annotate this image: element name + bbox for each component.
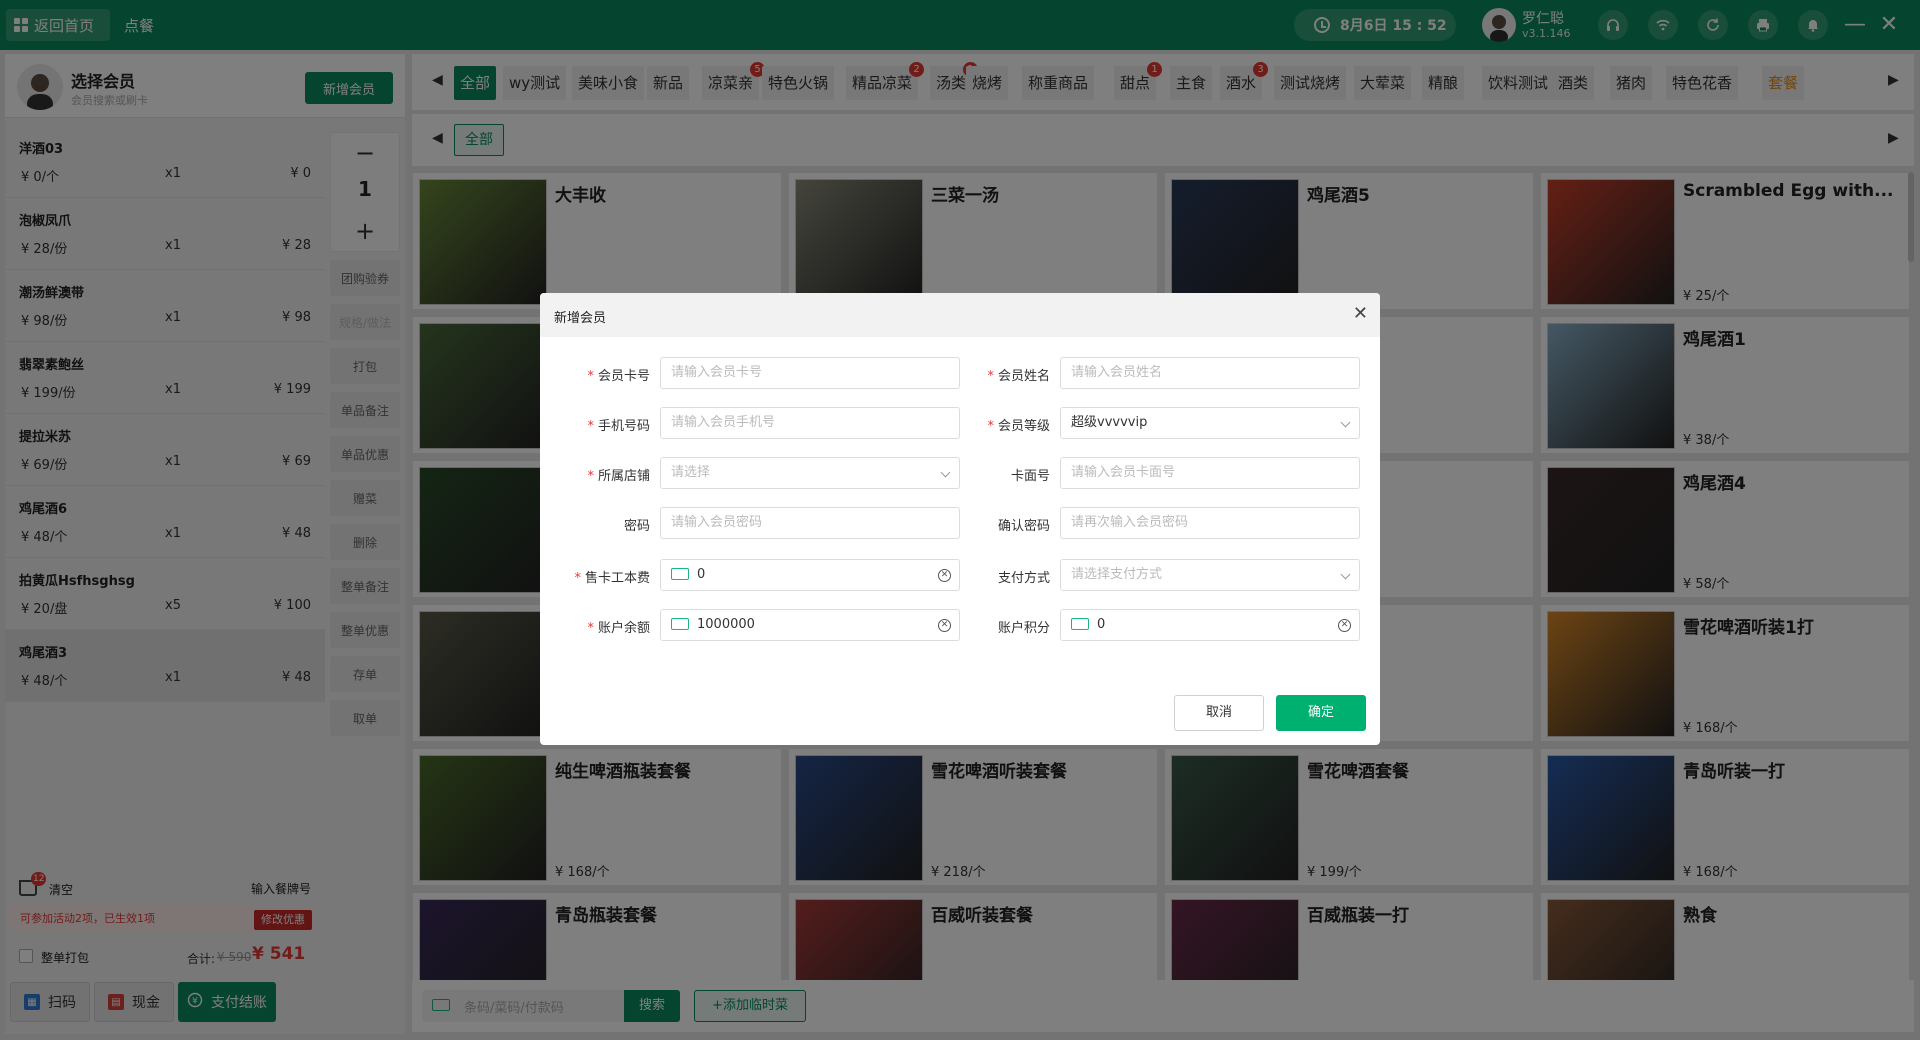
password-label: 密码 [623,519,650,534]
member-level-value: 超级vvvvvip [1071,415,1148,430]
member-level-label: * 会员等级 [987,419,1050,434]
cancel-button[interactable]: 取消 [1174,695,1264,731]
pay-method-placeholder: 请选择支付方式 [1071,567,1163,582]
balance-input[interactable]: 1000000 ✕ [660,609,960,641]
clear-icon[interactable]: ✕ [938,569,951,582]
clear-icon[interactable]: ✕ [938,619,951,632]
balance-label: * 账户余额 [587,621,650,636]
points-label: 账户积分 [997,621,1050,636]
points-input[interactable]: 0 ✕ [1060,609,1360,641]
confirm-password-label: 确认密码 [997,519,1050,534]
phone-label: * 手机号码 [587,419,650,434]
pay-method-select[interactable]: 请选择支付方式 [1060,559,1360,591]
points-value: 0 [1097,617,1106,632]
member-name-input[interactable]: 请输入会员姓名 [1060,357,1360,389]
phone-input[interactable]: 请输入会员手机号 [660,407,960,439]
pay-method-label: 支付方式 [997,571,1050,586]
chevron-down-icon [1340,569,1351,580]
store-label: * 所属店铺 [587,469,650,484]
member-level-select[interactable]: 超级vvvvvip [1060,407,1360,439]
card-face-label: 卡面号 [1010,469,1050,484]
store-select[interactable]: 请选择 [660,457,960,489]
dialog-title: 新增会员 [554,311,607,326]
card-no-input[interactable]: 请输入会员卡号 [660,357,960,389]
chevron-down-icon [1340,417,1351,428]
keyboard-icon [671,567,689,580]
card-fee-label: * 售卡工本费 [574,571,650,586]
card-no-label: * 会员卡号 [587,369,650,384]
store-placeholder: 请选择 [671,465,711,480]
chevron-down-icon [940,467,951,478]
add-member-dialog: 新增会员 ✕ * 会员卡号 请输入会员卡号 * 会员姓名 请输入会员姓名 * 手机号码… [540,293,1380,745]
close-icon[interactable]: ✕ [1353,303,1368,324]
confirm-password-input[interactable]: 请再次输入会员密码 [1060,507,1360,539]
confirm-button[interactable]: 确定 [1276,695,1366,731]
member-name-label: * 会员姓名 [987,369,1050,384]
keyboard-icon [1071,617,1089,630]
clear-icon[interactable]: ✕ [1338,619,1351,632]
keyboard-icon [671,617,689,630]
card-fee-value: 0 [697,567,706,582]
balance-value: 1000000 [697,617,755,632]
dialog-header: 新增会员 ✕ [540,293,1380,337]
card-face-input[interactable]: 请输入会员卡面号 [1060,457,1360,489]
password-input[interactable]: 请输入会员密码 [660,507,960,539]
card-fee-input[interactable]: 0 ✕ [660,559,960,591]
